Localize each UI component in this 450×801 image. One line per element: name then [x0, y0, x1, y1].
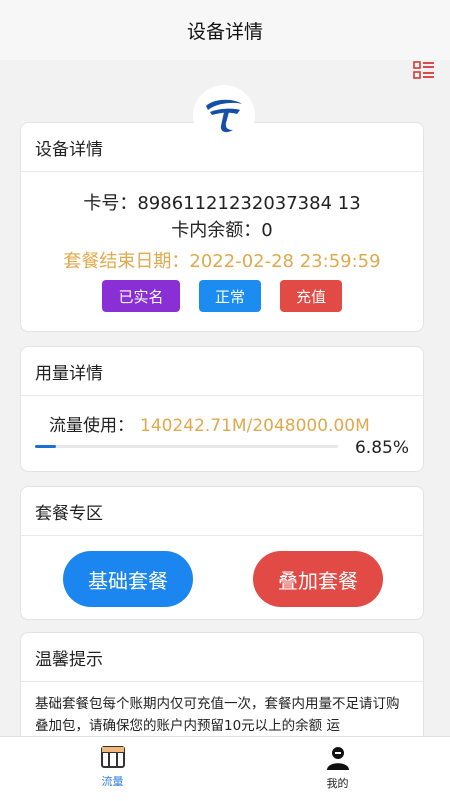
status-normal-button[interactable]: 正常: [199, 280, 261, 312]
package-end-date: 套餐结束日期：2022-02-28 23:59:59: [63, 251, 381, 272]
verified-button[interactable]: 已实名: [102, 280, 180, 312]
tab-data-usage-label: 流量: [101, 775, 124, 788]
device-detail-card: 设备详情 卡号：89861121232037384 13 卡内余额：0 套餐结束…: [20, 122, 424, 332]
telecom-logo-icon: [206, 99, 242, 133]
usage-label: 流量使用：: [49, 416, 134, 436]
user-icon: [326, 747, 349, 770]
usage-line: 流量使用： 140242.71M/2048000.00M: [49, 411, 370, 436]
card-balance: 卡内余额：0: [171, 220, 273, 241]
data-usage-icon: [100, 746, 125, 768]
tab-data-usage[interactable]: 流量: [0, 737, 225, 801]
basic-package-button[interactable]: 基础套餐: [63, 551, 193, 607]
page-title: 设备详情: [186, 20, 263, 43]
tab-mine[interactable]: 我的: [225, 737, 450, 801]
telecom-logo: [193, 85, 255, 147]
package-card-title: 套餐专区: [21, 487, 423, 536]
tab-mine-label: 我的: [326, 777, 349, 790]
addon-package-button[interactable]: 叠加套餐: [253, 551, 383, 607]
card-number: 卡号：89861121232037384 13: [83, 193, 361, 214]
top-bar: 设备详情: [0, 0, 450, 60]
usage-detail-card: 用量详情 流量使用： 140242.71M/2048000.00M 6.85%: [20, 346, 424, 472]
bottom-tab-bar: 流量 我的: [0, 736, 450, 801]
tips-text: 基础套餐包每个账期内仅可充值一次，套餐内用量不足请订购叠加包，请确保您的账户内预…: [35, 696, 400, 734]
recharge-button[interactable]: 充值: [280, 280, 342, 312]
tips-card-title: 温馨提示: [21, 633, 423, 682]
menu-list-icon[interactable]: [412, 59, 436, 83]
usage-card-title: 用量详情: [21, 347, 423, 396]
usage-value: 140242.71M/2048000.00M: [140, 416, 370, 436]
usage-progress-fill: [35, 445, 56, 448]
usage-percent: 6.85%: [354, 438, 409, 458]
package-zone-card: 套餐专区 基础套餐 叠加套餐: [20, 486, 424, 620]
usage-progress-track: [35, 445, 338, 448]
